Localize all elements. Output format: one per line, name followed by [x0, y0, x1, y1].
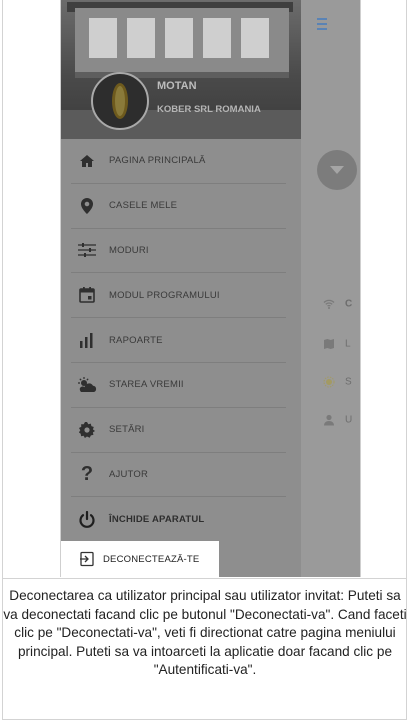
background-row-text: U [345, 414, 353, 426]
background-row-text: S [345, 376, 352, 388]
menu-item-modes[interactable]: MODURI [71, 229, 286, 274]
weather-icon [77, 375, 97, 395]
company-name: KOBER SRL ROMANIA [157, 104, 261, 115]
drawer-header: MOTAN KOBER SRL ROMANIA [61, 0, 301, 139]
background-row-map: L [323, 338, 351, 350]
calendar-icon [77, 285, 97, 305]
sliders-icon [77, 240, 97, 260]
user-icon [324, 414, 334, 426]
wifi-icon [323, 299, 335, 309]
logout-button[interactable]: DECONECTEAZĂ-TE [61, 541, 219, 577]
hamburger-menu-icon[interactable] [317, 18, 327, 32]
location-pin-icon [77, 196, 97, 216]
menu-item-label: MODURI [109, 244, 149, 256]
menu-item-label: PAGINA PRINCIPALĂ [109, 155, 206, 167]
background-row-user: U [323, 414, 352, 426]
menu-item-my-houses[interactable]: CASELE MELE [71, 184, 286, 229]
background-row-text: L [345, 338, 351, 350]
question-mark-icon: ? [80, 463, 94, 486]
menu-item-label: ÎNCHIDE APARATUL [109, 514, 205, 526]
logout-label: DECONECTEAZĂ-TE [103, 553, 200, 565]
background-row-text: C [345, 298, 353, 310]
drawer-menu: PAGINA PRINCIPALĂ CASELE MELE MODURI MOD… [71, 139, 286, 542]
menu-item-home[interactable]: PAGINA PRINCIPALĂ [71, 139, 286, 184]
power-icon [77, 510, 97, 530]
header-image-house [75, 8, 289, 78]
menu-item-label: RAPOARTE [109, 334, 163, 346]
menu-item-power-off[interactable]: ÎNCHIDE APARATUL [71, 497, 286, 542]
menu-item-label: SETĂRI [109, 424, 145, 436]
caption-text: Deconectarea ca utilizator principal sau… [3, 578, 407, 680]
menu-item-help[interactable]: ? AJUTOR [71, 453, 286, 498]
gear-icon [77, 420, 97, 440]
background-row-wifi: C [323, 298, 352, 310]
app-screenshot: C L S U MOTAN KOBER SRL ROMANIA PAGINA P… [60, 0, 361, 577]
menu-item-label: MODUL PROGRAMULUI [109, 289, 220, 301]
menu-item-weather[interactable]: STAREA VREMII [71, 363, 286, 408]
dropdown-circle-icon[interactable] [317, 150, 357, 190]
menu-item-label: STAREA VREMII [109, 379, 184, 391]
bar-chart-icon [77, 330, 97, 350]
sun-icon [323, 376, 335, 388]
background-row-sun: S [323, 376, 352, 388]
navigation-drawer: MOTAN KOBER SRL ROMANIA PAGINA PRINCIPAL… [61, 0, 301, 577]
menu-item-settings[interactable]: SETĂRI [71, 408, 286, 453]
logout-icon [79, 551, 95, 567]
brand-name: MOTAN [157, 80, 197, 92]
home-icon [77, 151, 97, 171]
menu-item-reports[interactable]: RAPOARTE [71, 318, 286, 363]
menu-item-program-mode[interactable]: MODUL PROGRAMULUI [71, 273, 286, 319]
menu-item-label: AJUTOR [109, 468, 149, 480]
motan-logo-icon [91, 72, 149, 130]
menu-item-label: CASELE MELE [109, 200, 178, 212]
map-icon [324, 339, 334, 349]
